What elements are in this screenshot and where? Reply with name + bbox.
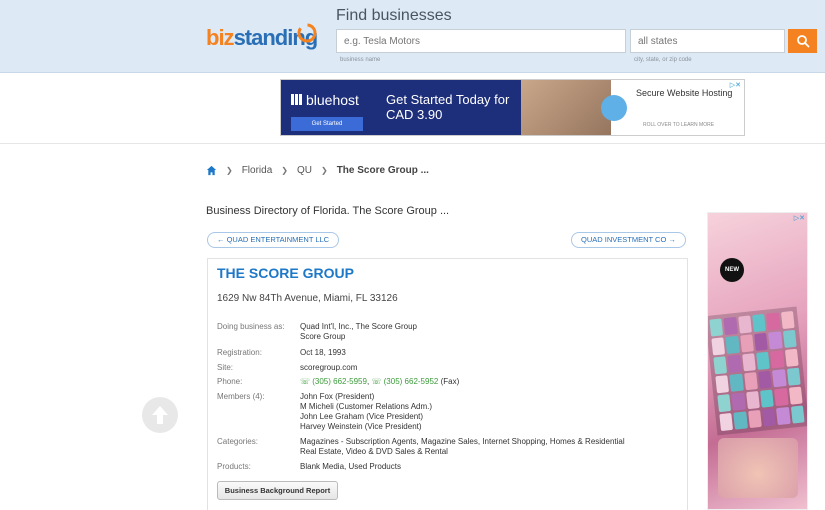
- ad-close-icon[interactable]: ▷✕: [730, 81, 741, 89]
- palette-swatch: [715, 375, 730, 394]
- prev-business-link[interactable]: ← QUAD ENTERTAINMENT LLC: [207, 232, 340, 248]
- member-item: John Fox (President): [300, 392, 375, 401]
- next-business-link[interactable]: QUAD INVESTMENT CO →: [571, 232, 686, 248]
- location-input[interactable]: [630, 29, 785, 53]
- members-list: John Fox (President) M Micheli (Customer…: [300, 392, 432, 432]
- page-title: Business Directory of Florida. The Score…: [206, 205, 450, 217]
- registration-label: Registration:: [217, 348, 262, 357]
- company-address: 1629 Nw 84Th Avenue, Miami, FL 33126: [217, 293, 398, 304]
- business-name-hint: business name: [340, 57, 381, 63]
- categories-value: Magazines - Subscription Agents, Magazin…: [300, 437, 625, 456]
- ad-close-icon[interactable]: ▷✕: [794, 214, 805, 222]
- eyeshadow-palette-image: [708, 306, 807, 436]
- palette-swatch: [754, 332, 769, 352]
- phone-label: Phone:: [217, 377, 243, 386]
- palette-swatch: [782, 329, 797, 349]
- breadcrumb-current: The Score Group ...: [336, 164, 429, 176]
- logo-swirl-icon: [297, 23, 317, 43]
- arrow-up-icon: [152, 406, 168, 424]
- palette-swatch: [713, 356, 728, 375]
- ad-rollover-text: ROLL OVER TO LEARN MORE: [643, 122, 715, 128]
- palette-swatch: [786, 367, 801, 386]
- palette-swatch: [768, 331, 783, 350]
- ad-secure-text: Secure Website Hosting: [636, 88, 733, 98]
- products-value: Blank Media, Used Products: [300, 462, 401, 471]
- scroll-to-top-button[interactable]: [142, 397, 178, 433]
- palette-swatch: [747, 409, 762, 429]
- search-button[interactable]: [788, 29, 817, 53]
- palette-swatch: [760, 389, 775, 408]
- member-item: John Lee Graham (Vice President): [300, 412, 424, 421]
- phone-value: ☏ (305) 662-5959, ☏ (305) 662-5952 (Fax): [300, 377, 460, 386]
- palette-swatch: [743, 372, 758, 391]
- home-icon[interactable]: [206, 165, 217, 176]
- phone-icon: ☏: [300, 377, 313, 386]
- palette-swatch: [790, 405, 805, 424]
- palette-swatch: [788, 386, 803, 405]
- palette-swatch: [770, 350, 785, 369]
- location-hint: city, state, or zip code: [634, 57, 692, 63]
- background-report-button[interactable]: Business Background Report: [217, 481, 338, 500]
- find-businesses-title: Find businesses: [336, 7, 452, 24]
- palette-swatch: [756, 351, 771, 370]
- palette-swatch: [780, 310, 795, 330]
- palette-swatch: [737, 315, 752, 334]
- site-header: bizstanding Find businesses business nam…: [0, 0, 825, 73]
- palette-swatch: [733, 411, 748, 430]
- members-label: Members (4):: [217, 392, 265, 401]
- palette-swatch: [711, 337, 726, 356]
- dba-label: Doing business as:: [217, 322, 285, 331]
- palette-swatch: [758, 370, 773, 389]
- palette-swatch: [725, 335, 740, 355]
- breadcrumb-florida[interactable]: Florida: [242, 165, 273, 176]
- categories-label: Categories:: [217, 437, 258, 446]
- site-link[interactable]: scoregroup.com: [300, 363, 357, 373]
- member-item: Harvey Weinstein (Vice President): [300, 422, 422, 431]
- bluehost-logo: bluehost: [291, 92, 359, 108]
- shield-icon: [601, 95, 627, 121]
- palette-swatch: [752, 313, 767, 333]
- ad-headline: Get Started Today for CAD 3.90: [386, 92, 510, 122]
- breadcrumb: ❯ Florida ❯ QU ❯ The Score Group ...: [206, 163, 429, 177]
- chevron-right-icon: ❯: [320, 165, 328, 175]
- company-name: THE SCORE GROUP: [217, 265, 354, 281]
- top-ad-banner[interactable]: bluehost Get Started Get Started Today f…: [280, 79, 745, 136]
- palette-swatch: [745, 390, 760, 410]
- ad-face-image: [718, 438, 798, 498]
- palette-swatch: [741, 353, 756, 372]
- registration-value: Oct 18, 1993: [300, 348, 346, 357]
- palette-swatch: [717, 393, 732, 413]
- ad-get-started-button[interactable]: Get Started: [291, 117, 363, 131]
- search-icon: [796, 35, 809, 48]
- palette-swatch: [766, 312, 781, 331]
- palette-swatch: [774, 387, 789, 407]
- palette-swatch: [729, 373, 744, 392]
- chevron-right-icon: ❯: [281, 165, 288, 175]
- palette-swatch: [772, 369, 787, 388]
- palette-swatch: [784, 348, 799, 367]
- palette-swatch: [762, 408, 777, 427]
- header-divider: [0, 143, 825, 144]
- new-badge: NEW: [720, 258, 744, 282]
- member-item: M Micheli (Customer Relations Adm.): [300, 402, 433, 411]
- site-label: Site:: [217, 363, 234, 372]
- palette-swatch: [727, 354, 742, 373]
- chevron-right-icon: ❯: [226, 165, 233, 175]
- breadcrumb-qu[interactable]: QU: [297, 165, 312, 176]
- palette-swatch: [709, 318, 724, 337]
- palette-swatch: [776, 406, 791, 426]
- products-label: Products:: [217, 462, 251, 471]
- phone-icon: ☏: [371, 377, 384, 386]
- palette-swatch: [719, 412, 734, 432]
- dba-value: Quad Int'l, Inc., The Score Group Score …: [300, 322, 417, 341]
- phone-link-1[interactable]: (305) 662-5959: [312, 377, 367, 386]
- phone-link-2[interactable]: (305) 662-5952: [384, 377, 439, 386]
- side-ad-banner[interactable]: ▷✕ NEW: [707, 212, 808, 510]
- palette-swatch: [731, 392, 746, 411]
- business-name-input[interactable]: [336, 29, 626, 53]
- palette-swatch: [739, 334, 754, 353]
- bluehost-grid-icon: [291, 94, 302, 105]
- palette-swatch: [723, 316, 738, 336]
